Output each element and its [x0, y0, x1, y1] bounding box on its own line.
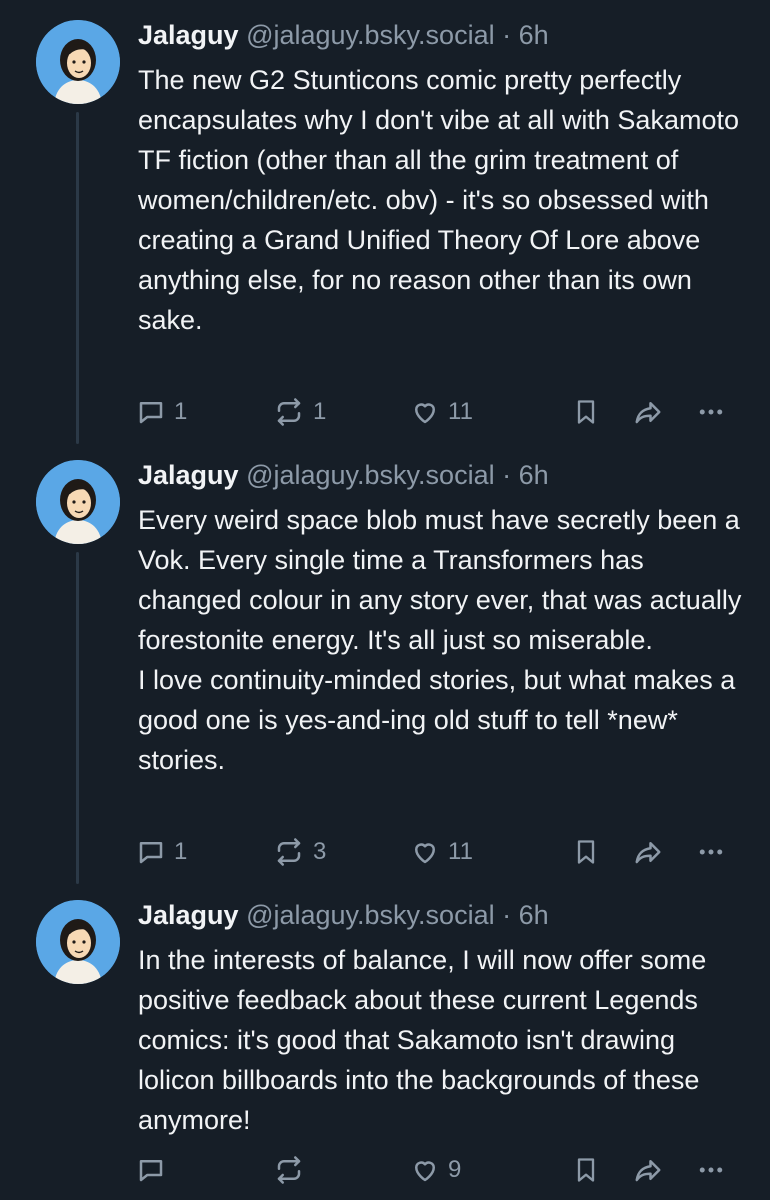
- post-text-paragraph: In the interests of balance, I will now …: [138, 945, 707, 1135]
- author-display-name[interactable]: Jalaguy: [138, 900, 239, 930]
- repost-button[interactable]: [273, 1150, 313, 1190]
- post-timestamp[interactable]: 6h: [519, 900, 549, 930]
- ellipsis-icon: [699, 849, 723, 855]
- separator-dot: ·: [502, 20, 512, 50]
- heart-icon: [415, 403, 435, 424]
- avatar-portrait-icon: [36, 900, 120, 984]
- share-button[interactable]: [632, 1150, 664, 1190]
- avatar[interactable]: [36, 20, 120, 104]
- bookmark-icon: [577, 840, 595, 864]
- share-button[interactable]: [632, 392, 664, 432]
- author-handle[interactable]: @jalaguy.bsky.social: [246, 460, 495, 490]
- share-arrow-icon: [635, 842, 661, 864]
- post-text-paragraph: The new G2 Stunticons comic pretty perfe…: [138, 65, 739, 335]
- repost-button[interactable]: 1: [273, 392, 326, 432]
- bookmark-button[interactable]: [572, 1150, 600, 1190]
- bookmark-button[interactable]: [572, 832, 600, 872]
- like-button[interactable]: 9: [410, 1150, 461, 1190]
- author-display-name[interactable]: Jalaguy: [138, 460, 239, 490]
- post-actions: 1 3 11: [136, 832, 736, 872]
- bookmark-button[interactable]: [572, 392, 600, 432]
- author-handle[interactable]: @jalaguy.bsky.social: [246, 900, 495, 930]
- post-timestamp[interactable]: 6h: [519, 460, 549, 490]
- avatar-portrait-icon: [36, 20, 120, 104]
- thread-connector-line: [76, 112, 79, 444]
- speech-bubble-icon: [139, 842, 163, 864]
- post[interactable]: Jalaguy @jalaguy.bsky.social · 6h In the…: [0, 880, 770, 1200]
- post-timestamp[interactable]: 6h: [519, 20, 549, 50]
- like-button[interactable]: 11: [410, 832, 473, 872]
- like-count: 11: [448, 838, 473, 865]
- speech-bubble-icon: [139, 402, 163, 424]
- post-header: Jalaguy @jalaguy.bsky.social · 6h: [138, 17, 549, 53]
- repost-count: 1: [313, 398, 327, 425]
- repost-arrows-icon: [277, 398, 301, 426]
- reply-button[interactable]: 1: [136, 392, 187, 432]
- bookmark-icon: [577, 400, 595, 424]
- post-text: The new G2 Stunticons comic pretty perfe…: [138, 60, 753, 340]
- reply-button[interactable]: 1: [136, 832, 187, 872]
- post-actions: 1 1 11: [136, 392, 736, 432]
- like-button[interactable]: 11: [410, 392, 473, 432]
- post-actions: 9: [136, 1150, 736, 1190]
- post-header: Jalaguy @jalaguy.bsky.social · 6h: [138, 897, 549, 933]
- repost-arrows-icon: [277, 838, 301, 866]
- ellipsis-icon: [699, 1167, 723, 1173]
- repost-arrows-icon: [277, 1156, 301, 1184]
- avatar[interactable]: [36, 460, 120, 544]
- share-arrow-icon: [635, 1160, 661, 1182]
- post[interactable]: Jalaguy @jalaguy.bsky.social · 6h Every …: [0, 440, 770, 884]
- heart-icon: [415, 1161, 435, 1182]
- like-count: 9: [448, 1156, 462, 1183]
- separator-dot: ·: [502, 460, 512, 490]
- speech-bubble-icon: [139, 1160, 163, 1182]
- ellipsis-icon: [699, 409, 723, 415]
- more-options-button[interactable]: [696, 392, 726, 432]
- post[interactable]: Jalaguy @jalaguy.bsky.social · 6h The ne…: [0, 0, 770, 444]
- repost-button[interactable]: 3: [273, 832, 326, 872]
- reply-count: 1: [174, 838, 188, 865]
- avatar[interactable]: [36, 900, 120, 984]
- thread-feed: Jalaguy @jalaguy.bsky.social · 6h The ne…: [0, 0, 770, 1200]
- share-button[interactable]: [632, 832, 664, 872]
- reply-count: 1: [174, 398, 188, 425]
- avatar-portrait-icon: [36, 460, 120, 544]
- post-text: In the interests of balance, I will now …: [138, 940, 753, 1140]
- post-text: Every weird space blob must have secretl…: [138, 500, 753, 780]
- post-header: Jalaguy @jalaguy.bsky.social · 6h: [138, 457, 549, 493]
- repost-count: 3: [313, 838, 327, 865]
- like-count: 11: [448, 398, 473, 425]
- reply-button[interactable]: [136, 1150, 174, 1190]
- post-text-paragraph: I love continuity-minded stories, but wh…: [138, 665, 736, 775]
- separator-dot: ·: [502, 900, 512, 930]
- more-options-button[interactable]: [696, 832, 726, 872]
- share-arrow-icon: [635, 402, 661, 424]
- heart-icon: [415, 843, 435, 864]
- author-handle[interactable]: @jalaguy.bsky.social: [246, 20, 495, 50]
- author-display-name[interactable]: Jalaguy: [138, 20, 239, 50]
- thread-connector-line: [76, 552, 79, 884]
- bookmark-icon: [577, 1158, 595, 1182]
- more-options-button[interactable]: [696, 1150, 726, 1190]
- post-text-paragraph: Every weird space blob must have secretl…: [138, 505, 742, 655]
